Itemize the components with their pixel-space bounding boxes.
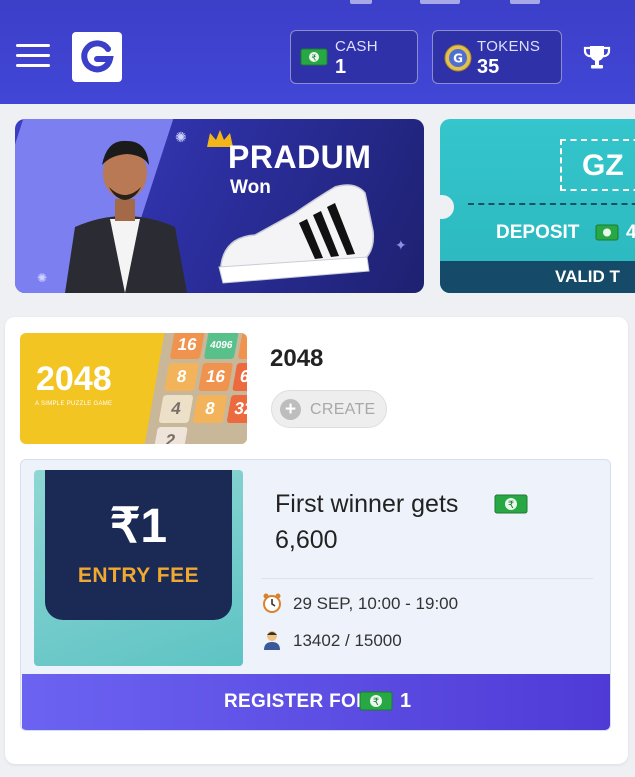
contest-players-text: 13402 / 15000 <box>293 631 402 650</box>
tile: 16 <box>169 333 205 359</box>
winner-name: PRADUM <box>228 139 372 175</box>
deposit-amount: 4 <box>626 222 635 243</box>
entry-fee-label: ENTRY FEE <box>77 564 200 587</box>
create-button-label: CREATE <box>310 401 376 418</box>
tile: 32 <box>226 395 247 423</box>
tile: 64 <box>232 363 247 391</box>
cash-value: 1 <box>335 56 347 78</box>
thumbnail-subtitle: A SIMPLE PUZZLE GAME <box>35 401 113 407</box>
cash-note-icon: ₹ <box>494 494 528 514</box>
register-button[interactable]: REGISTER FOR ₹ 1 <box>22 674 610 730</box>
tokens-label: TOKENS <box>477 38 541 55</box>
svg-text:₹: ₹ <box>508 500 514 511</box>
winner-banner[interactable]: PRADUM Won ✺ ✺ ✦ <box>15 119 424 293</box>
tokens-value: 35 <box>477 56 500 78</box>
contest-time-text: 29 SEP, 10:00 - 19:00 <box>293 594 459 613</box>
deposit-label: DEPOSIT <box>496 222 580 243</box>
cash-balance-button[interactable]: ₹ CASH 1 <box>290 30 418 84</box>
register-amount: 1 <box>400 690 412 712</box>
tile: 10 <box>237 333 247 359</box>
winner-photo <box>65 140 187 293</box>
tile: 16 <box>198 363 234 391</box>
sparkle-icon: ✺ <box>37 271 48 285</box>
tokens-balance-button[interactable]: G TOKENS 35 <box>432 30 562 84</box>
sparkle-icon: ✦ <box>395 237 407 253</box>
sparkle-icon: ✺ <box>175 129 187 145</box>
game-title: 2048 <box>270 345 324 372</box>
token-coin-icon: G <box>444 44 472 72</box>
cash-note-icon: ₹ <box>359 691 393 711</box>
gamezop-logo-icon[interactable] <box>72 32 122 82</box>
validity-text: VALID T <box>555 267 620 286</box>
cash-note-icon: ₹ <box>300 48 328 66</box>
svg-text:₹: ₹ <box>311 54 316 63</box>
cash-label: CASH <box>335 38 378 55</box>
alarm-clock-icon <box>263 593 281 613</box>
entry-fee-amount: ₹1 <box>109 500 168 553</box>
svg-text:G: G <box>453 52 463 66</box>
game-card: 2048 A SIMPLE PUZZLE GAME 16 4096 10 8 1… <box>5 317 628 764</box>
tile: 4096 <box>203 333 239 359</box>
app-header: ₹ CASH 1 G TOKENS 35 <box>0 0 635 104</box>
create-button[interactable]: + CREATE <box>271 390 387 428</box>
contest-card: ₹1 ENTRY FEE First winner gets ₹ 6,600 2… <box>20 459 611 731</box>
entry-fee-box: ₹1 ENTRY FEE <box>34 470 243 666</box>
sneaker-image <box>218 184 375 284</box>
deposit-offer-banner[interactable]: GZ DEPOSIT 4 VALID T <box>440 119 635 293</box>
promo-code-text: GZ <box>582 149 624 182</box>
status-bar <box>0 0 635 10</box>
menu-icon[interactable] <box>16 42 50 70</box>
thumbnail-title: 2048 <box>36 360 112 398</box>
tile: 8 <box>192 395 228 423</box>
cash-note-icon <box>595 224 619 241</box>
svg-text:₹: ₹ <box>373 697 379 708</box>
plus-icon: + <box>280 399 301 420</box>
tile-grid: 16 4096 10 8 16 64 4 8 32 2 <box>142 333 247 444</box>
player-icon <box>264 631 280 650</box>
prize-amount: 6,600 <box>275 526 338 554</box>
tile: 2 <box>152 427 188 444</box>
trophy-icon[interactable] <box>582 42 612 72</box>
tile: 8 <box>164 363 200 391</box>
promo-code-box: GZ <box>560 139 635 191</box>
prize-label: First winner gets <box>275 490 459 518</box>
register-label: REGISTER FOR <box>224 691 371 712</box>
game-thumbnail[interactable]: 2048 A SIMPLE PUZZLE GAME 16 4096 10 8 1… <box>20 333 247 444</box>
tile: 4 <box>158 395 194 423</box>
